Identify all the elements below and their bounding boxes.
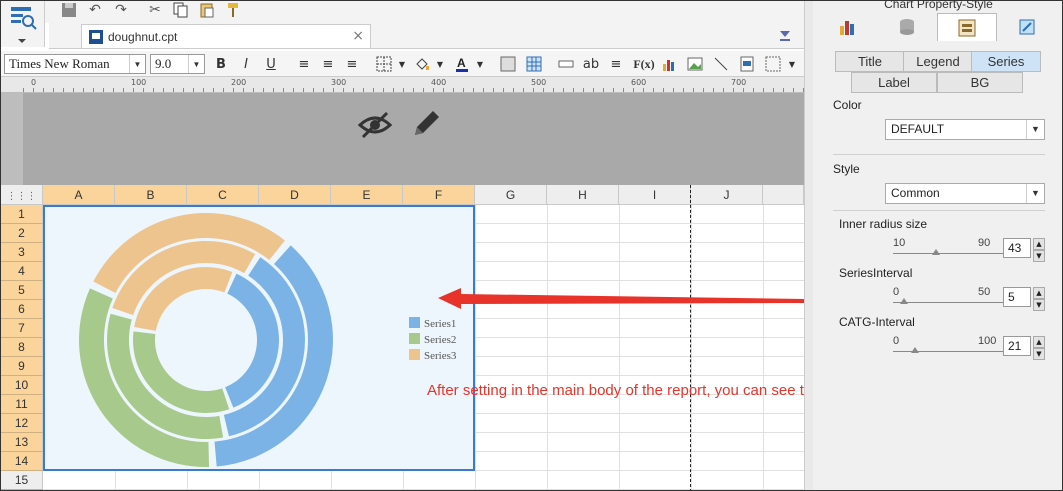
inner-radius-slider[interactable]	[893, 253, 1003, 254]
step-down-icon[interactable]: ▼	[1033, 348, 1045, 360]
tab-title[interactable]: Title	[835, 51, 905, 72]
chart-type-icon	[840, 21, 854, 35]
effects-icon	[1019, 19, 1035, 35]
inner-radius-input[interactable]: 43	[1003, 238, 1031, 258]
color-label: Color	[833, 98, 862, 112]
series-interval-input[interactable]: 5	[1003, 287, 1031, 307]
catg-interval-min: 0	[893, 335, 900, 347]
series-interval-max: 50	[978, 286, 991, 298]
inner-radius-min: 10	[893, 237, 906, 249]
inner-radius-stepper[interactable]: ▲ ▼	[1033, 238, 1045, 262]
series-interval-min: 0	[893, 286, 900, 298]
step-up-icon[interactable]: ▲	[1033, 238, 1045, 250]
tab-bg[interactable]: BG	[937, 72, 1023, 93]
style-select[interactable]: Common ▼	[885, 183, 1045, 204]
catg-interval-label: CATG-Interval	[839, 315, 915, 329]
catg-interval-slider[interactable]	[893, 351, 1003, 352]
style-value: Common	[891, 186, 940, 200]
catg-interval-max: 100	[978, 335, 997, 347]
vertical-scrollbar[interactable]	[804, 1, 813, 490]
annotation-arrow	[438, 288, 804, 309]
tab-series[interactable]: Series	[971, 51, 1041, 72]
tab-effects[interactable]	[997, 13, 1057, 41]
tab-legend[interactable]: Legend	[903, 51, 973, 72]
panel-title: Chart Property-Style	[884, 0, 993, 11]
step-up-icon[interactable]: ▲	[1033, 287, 1045, 299]
catg-interval-input[interactable]: 21	[1003, 336, 1031, 356]
color-value: DEFAULT	[891, 122, 945, 136]
tab-label[interactable]: Label	[851, 72, 937, 93]
series-interval-slider-thumb[interactable]	[900, 298, 908, 304]
tab-data[interactable]	[877, 13, 937, 41]
divider	[833, 154, 1045, 155]
report-editor: ↶ ↷ ✂ doughnut.cpt × Times New Roman ▼ 9…	[1, 1, 917, 490]
series-interval-label: SeriesInterval	[839, 266, 913, 280]
database-icon	[900, 19, 914, 35]
catg-interval-slider-thumb[interactable]	[911, 347, 919, 353]
chevron-down-icon: ▼	[1026, 120, 1044, 139]
divider	[833, 210, 1045, 211]
step-down-icon[interactable]: ▼	[1033, 250, 1045, 262]
series-interval-stepper[interactable]: ▲ ▼	[1033, 287, 1045, 311]
catg-interval-stepper[interactable]: ▲ ▼	[1033, 336, 1045, 360]
chevron-down-icon: ▼	[1026, 184, 1044, 203]
tab-style[interactable]	[937, 13, 997, 41]
inner-radius-slider-thumb[interactable]	[932, 249, 940, 255]
series-interval-slider[interactable]	[893, 302, 1003, 303]
chart-property-panel: Chart Property-Style Title Legend Series…	[813, 0, 1062, 490]
style-label: Style	[833, 162, 860, 176]
tab-chart-type[interactable]	[817, 13, 877, 41]
step-down-icon[interactable]: ▼	[1033, 299, 1045, 311]
style-icon	[958, 19, 976, 36]
inner-radius-max: 90	[978, 237, 991, 249]
step-up-icon[interactable]: ▲	[1033, 336, 1045, 348]
inner-radius-label: Inner radius size	[839, 217, 928, 231]
app-window: ↶ ↷ ✂ doughnut.cpt × Times New Roman ▼ 9…	[0, 0, 1063, 491]
color-select[interactable]: DEFAULT ▼	[885, 119, 1045, 140]
